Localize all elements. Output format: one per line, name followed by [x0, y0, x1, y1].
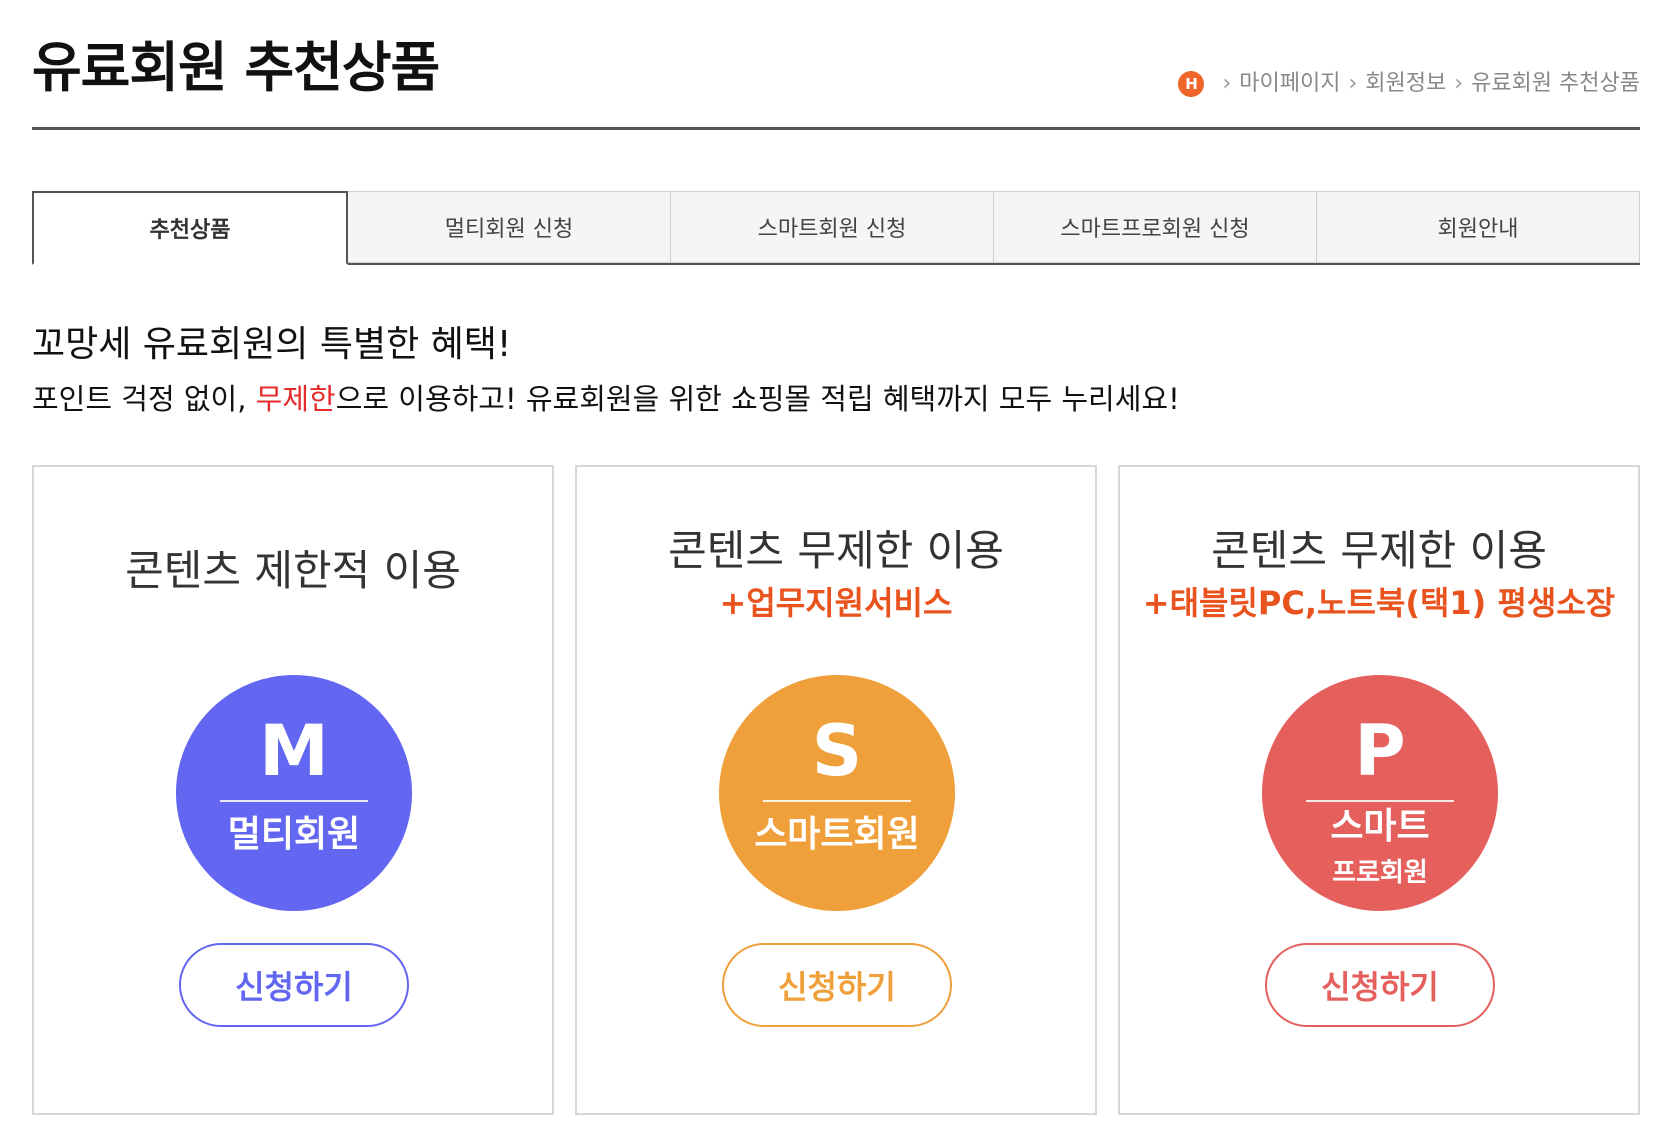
card-subtitle: +태블릿PC,노트북(택1) 평생소장 — [1142, 584, 1616, 622]
breadcrumb-item-mypage[interactable]: 마이페이지 — [1239, 70, 1340, 98]
tab-recommended[interactable]: 추천상품 — [32, 191, 348, 265]
tab-smart-apply[interactable]: 스마트회원 신청 — [671, 191, 994, 263]
badge-letter: M — [259, 710, 329, 792]
card-title: 콘텐츠 제한적 이용 — [125, 546, 461, 595]
badge-name: 멀티회원 — [227, 814, 361, 855]
tab-member-guide[interactable]: 회원안내 — [1317, 191, 1640, 263]
card-smart: 콘텐츠 무제한 이용 +업무지원서비스 S 스마트회원 신청하기 — [575, 465, 1097, 1115]
breadcrumb: H › 마이페이지 › 회원정보 › 유료회원 추천상품 — [1178, 70, 1640, 98]
apply-smartpro-button[interactable]: 신청하기 — [1265, 943, 1495, 1027]
chevron-right-icon: › — [1454, 71, 1464, 96]
badge-name: 스마트회원 — [754, 814, 920, 855]
tab-bar: 추천상품 멀티회원 신청 스마트회원 신청 스마트프로회원 신청 회원안내 — [32, 191, 1640, 265]
card-multi: 콘텐츠 제한적 이용 M 멀티회원 신청하기 — [32, 465, 554, 1115]
smart-badge-icon: S 스마트회원 — [719, 675, 955, 911]
badge-name: 스마트 — [1330, 806, 1430, 847]
badge-name-secondary: 프로회원 — [1332, 858, 1428, 888]
page-title: 유료회원 추천상품 — [32, 36, 440, 99]
intro-headline: 꼬망세 유료회원의 특별한 혜택! — [32, 324, 512, 365]
badge-divider — [763, 800, 911, 802]
smartpro-badge-icon: P 스마트 프로회원 — [1262, 675, 1498, 911]
intro-subtext: 포인트 걱정 없이, 무제한으로 이용하고! 유료회원을 위한 쇼핑몰 적립 혜… — [32, 378, 1180, 420]
intro-sub-before: 포인트 걱정 없이, — [32, 382, 256, 416]
tab-multi-apply[interactable]: 멀티회원 신청 — [348, 191, 671, 263]
card-subtitle: +업무지원서비스 — [719, 584, 953, 622]
page-header: 유료회원 추천상품 H › 마이페이지 › 회원정보 › 유료회원 추천상품 — [32, 34, 1640, 130]
badge-letter: S — [811, 710, 863, 792]
breadcrumb-item-current: 유료회원 추천상품 — [1471, 71, 1640, 96]
badge-divider — [1306, 800, 1454, 802]
home-icon[interactable]: H — [1178, 71, 1205, 97]
badge-divider — [220, 800, 368, 802]
chevron-right-icon: › — [1348, 71, 1358, 96]
apply-multi-button[interactable]: 신청하기 — [179, 943, 409, 1027]
card-title: 콘텐츠 무제한 이용 — [1211, 526, 1547, 575]
tab-smartpro-apply[interactable]: 스마트프로회원 신청 — [994, 191, 1317, 263]
breadcrumb-item-member-info[interactable]: 회원정보 — [1365, 70, 1446, 98]
badge-letter: P — [1354, 710, 1406, 792]
membership-cards: 콘텐츠 제한적 이용 M 멀티회원 신청하기 콘텐츠 무제한 이용 +업무지원서… — [32, 465, 1640, 1115]
apply-smart-button[interactable]: 신청하기 — [722, 943, 952, 1027]
intro-sub-after: 으로 이용하고! 유료회원을 위한 쇼핑몰 적립 혜택까지 모두 누리세요! — [335, 382, 1180, 416]
multi-badge-icon: M 멀티회원 — [176, 675, 412, 911]
intro-sub-highlight: 무제한 — [255, 382, 336, 416]
card-title: 콘텐츠 무제한 이용 — [668, 526, 1004, 575]
chevron-right-icon: › — [1222, 71, 1232, 96]
card-smartpro: 콘텐츠 무제한 이용 +태블릿PC,노트북(택1) 평생소장 P 스마트 프로회… — [1118, 465, 1640, 1115]
